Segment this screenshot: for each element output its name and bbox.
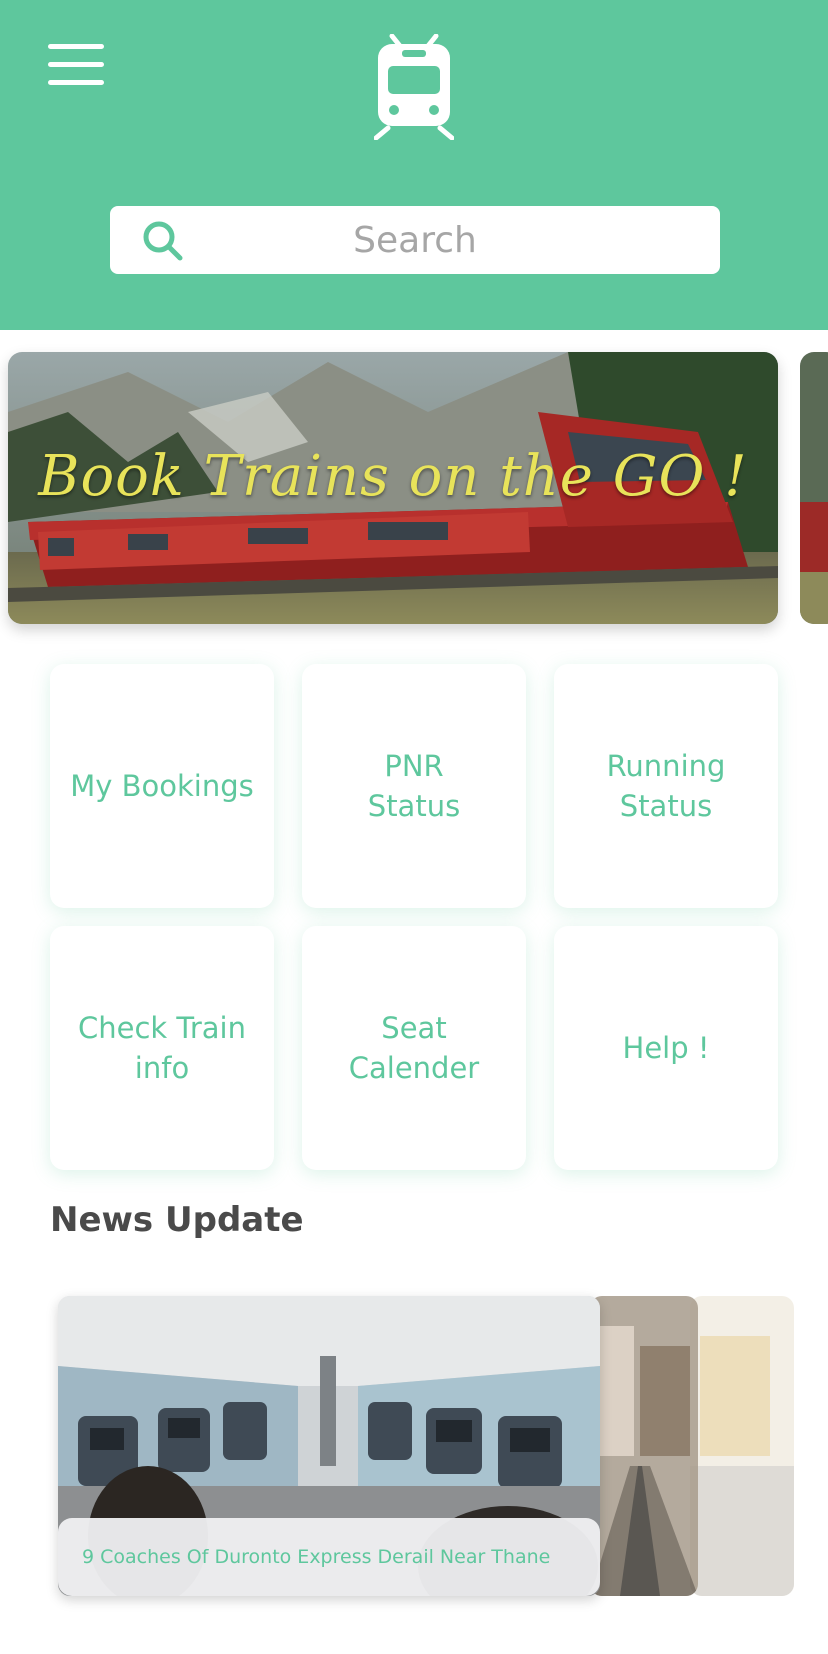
news-image: [690, 1296, 794, 1596]
menu-button[interactable]: [48, 44, 104, 86]
banner-next-image: [800, 352, 828, 624]
promo-banner[interactable]: Book Trains on the GO !: [8, 352, 778, 624]
news-card[interactable]: 9 Coaches Of Duronto Express Derail Near…: [58, 1296, 600, 1596]
search-bar[interactable]: [110, 206, 720, 274]
tile-my-bookings[interactable]: My Bookings: [50, 664, 274, 908]
menu-line: [48, 62, 104, 67]
search-input[interactable]: [200, 206, 630, 274]
train-icon: [374, 34, 454, 140]
tile-label: PNR Status: [367, 749, 461, 823]
news-title: 9 Coaches Of Duronto Express Derail Near…: [82, 1546, 551, 1568]
news-caption: 9 Coaches Of Duronto Express Derail Near…: [58, 1518, 600, 1596]
tile-label: Running Status: [606, 749, 726, 823]
news-heading: News Update: [50, 1200, 304, 1240]
news-card-peek-1[interactable]: [590, 1296, 698, 1596]
hamburger-menu-icon: [48, 44, 104, 49]
news-image: [590, 1296, 698, 1596]
menu-line: [48, 80, 104, 85]
tile-label: Help !: [622, 1031, 710, 1065]
search-icon[interactable]: [142, 220, 184, 262]
tile-label: My Bookings: [70, 769, 254, 803]
app-header: [0, 0, 828, 330]
tile-running-status[interactable]: Running Status: [554, 664, 778, 908]
tile-label: Seat Calender: [348, 1011, 480, 1085]
news-card-peek-2[interactable]: [690, 1296, 794, 1596]
tile-help[interactable]: Help !: [554, 926, 778, 1170]
tile-label: Check Train info: [77, 1011, 246, 1085]
tile-pnr-status[interactable]: PNR Status: [302, 664, 526, 908]
tile-seat-calendar[interactable]: Seat Calender: [302, 926, 526, 1170]
tile-check-train-info[interactable]: Check Train info: [50, 926, 274, 1170]
banner-title: Book Trains on the GO !: [38, 444, 748, 509]
banner-next-slide[interactable]: [800, 352, 828, 624]
